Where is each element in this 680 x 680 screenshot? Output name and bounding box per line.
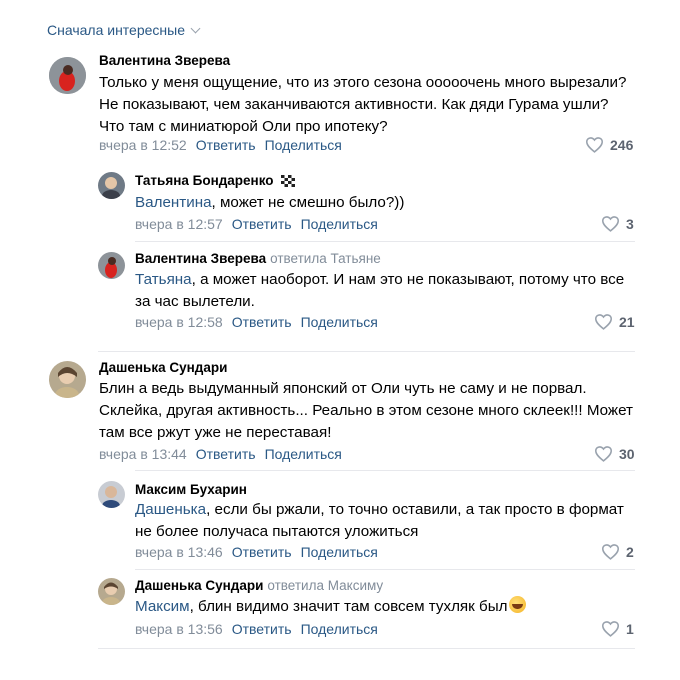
comment-time[interactable]: вчера в 12:58 xyxy=(135,314,223,330)
share-button[interactable]: Поделиться xyxy=(301,216,378,232)
sort-label: Сначала интересные xyxy=(47,22,185,38)
comment-time[interactable]: вчера в 13:44 xyxy=(99,446,187,462)
comment-author[interactable]: Татьяна Бондаренко xyxy=(135,173,296,188)
comment-text: Блин а ведь выдуманный японский от Оли ч… xyxy=(99,380,633,441)
comment-text: Татьяна, а может наоборот. И нам это не … xyxy=(135,271,625,310)
divider xyxy=(135,470,635,471)
share-button[interactable]: Поделиться xyxy=(301,314,378,330)
divider xyxy=(135,241,635,242)
reply-button[interactable]: Ответить xyxy=(232,621,292,637)
comment-time[interactable]: вчера в 12:57 xyxy=(135,216,223,232)
comment-text: Только у меня ощущение, что из этого сез… xyxy=(99,74,627,135)
comment-meta: вчера в 13:46 Ответить Поделиться xyxy=(135,544,378,560)
share-button[interactable]: Поделиться xyxy=(301,544,378,560)
rofl-emoji xyxy=(508,596,526,613)
reply-button[interactable]: Ответить xyxy=(232,544,292,560)
comment-time[interactable]: вчера в 13:56 xyxy=(135,621,223,637)
comment-text: Максим, блин видимо значит там совсем ту… xyxy=(135,596,526,618)
divider xyxy=(98,351,635,352)
like-count: 30 xyxy=(619,445,635,462)
share-button[interactable]: Поделиться xyxy=(301,621,378,637)
replied-to[interactable]: ответила Максиму xyxy=(267,578,383,593)
comment-meta: вчера в 13:44 Ответить Поделиться xyxy=(99,446,342,462)
heart-outline-icon xyxy=(601,621,620,637)
heart-outline-icon xyxy=(601,216,620,232)
like-count: 3 xyxy=(626,215,634,232)
comment-text: Валентина, может не смешно было?)) xyxy=(135,194,405,211)
like-count: 1 xyxy=(626,620,634,637)
comment-author[interactable]: Валентина Зверева xyxy=(99,53,230,68)
reply-button[interactable]: Ответить xyxy=(232,216,292,232)
mention-link[interactable]: Валентина xyxy=(135,194,212,211)
divider xyxy=(98,648,635,649)
avatar[interactable] xyxy=(98,252,125,279)
like-count: 246 xyxy=(610,136,634,153)
sort-dropdown[interactable]: Сначала интересные xyxy=(47,22,201,38)
reply-button[interactable]: Ответить xyxy=(196,446,256,462)
like-button[interactable]: 1 xyxy=(601,620,634,637)
comment-author[interactable]: Дашенька Сундари xyxy=(99,360,227,375)
comment-author[interactable]: Максим Бухарин xyxy=(135,482,247,497)
comment-meta: вчера в 13:56 Ответить Поделиться xyxy=(135,621,378,637)
divider xyxy=(135,569,635,570)
like-button[interactable]: 30 xyxy=(594,445,635,462)
comment-text: Дашенька, если бы ржали, то точно остави… xyxy=(135,501,624,540)
comment-time[interactable]: вчера в 13:46 xyxy=(135,544,223,560)
heart-outline-icon xyxy=(585,137,604,153)
comment-meta: вчера в 12:57 Ответить Поделиться xyxy=(135,216,378,232)
mention-link[interactable]: Татьяна xyxy=(135,271,192,288)
comment-time[interactable]: вчера в 12:52 xyxy=(99,137,187,153)
avatar[interactable] xyxy=(49,361,86,398)
like-count: 21 xyxy=(619,313,635,330)
comment-author[interactable]: Валентина Зверева ответила Татьяне xyxy=(135,251,381,266)
like-button[interactable]: 3 xyxy=(601,215,634,232)
comment-author[interactable]: Дашенька Сундари ответила Максиму xyxy=(135,578,383,593)
replied-to[interactable]: ответила Татьяне xyxy=(270,251,381,266)
comment-meta: вчера в 12:52 Ответить Поделиться xyxy=(99,137,342,153)
comment-meta: вчера в 12:58 Ответить Поделиться xyxy=(135,314,378,330)
heart-outline-icon xyxy=(594,446,613,462)
like-count: 2 xyxy=(626,543,634,560)
mention-link[interactable]: Максим xyxy=(135,598,190,615)
avatar[interactable] xyxy=(98,172,125,199)
like-button[interactable]: 246 xyxy=(585,136,633,153)
like-button[interactable]: 21 xyxy=(594,313,635,330)
chevron-down-icon xyxy=(190,23,201,33)
mention-link[interactable]: Дашенька xyxy=(135,501,206,518)
heart-outline-icon xyxy=(601,544,620,560)
avatar[interactable] xyxy=(49,57,86,94)
share-button[interactable]: Поделиться xyxy=(265,446,342,462)
avatar[interactable] xyxy=(98,481,125,508)
share-button[interactable]: Поделиться xyxy=(265,137,342,153)
avatar[interactable] xyxy=(98,578,125,605)
reply-button[interactable]: Ответить xyxy=(232,314,292,330)
checkered-flag-icon xyxy=(281,175,296,188)
heart-outline-icon xyxy=(594,314,613,330)
like-button[interactable]: 2 xyxy=(601,543,634,560)
reply-button[interactable]: Ответить xyxy=(196,137,256,153)
